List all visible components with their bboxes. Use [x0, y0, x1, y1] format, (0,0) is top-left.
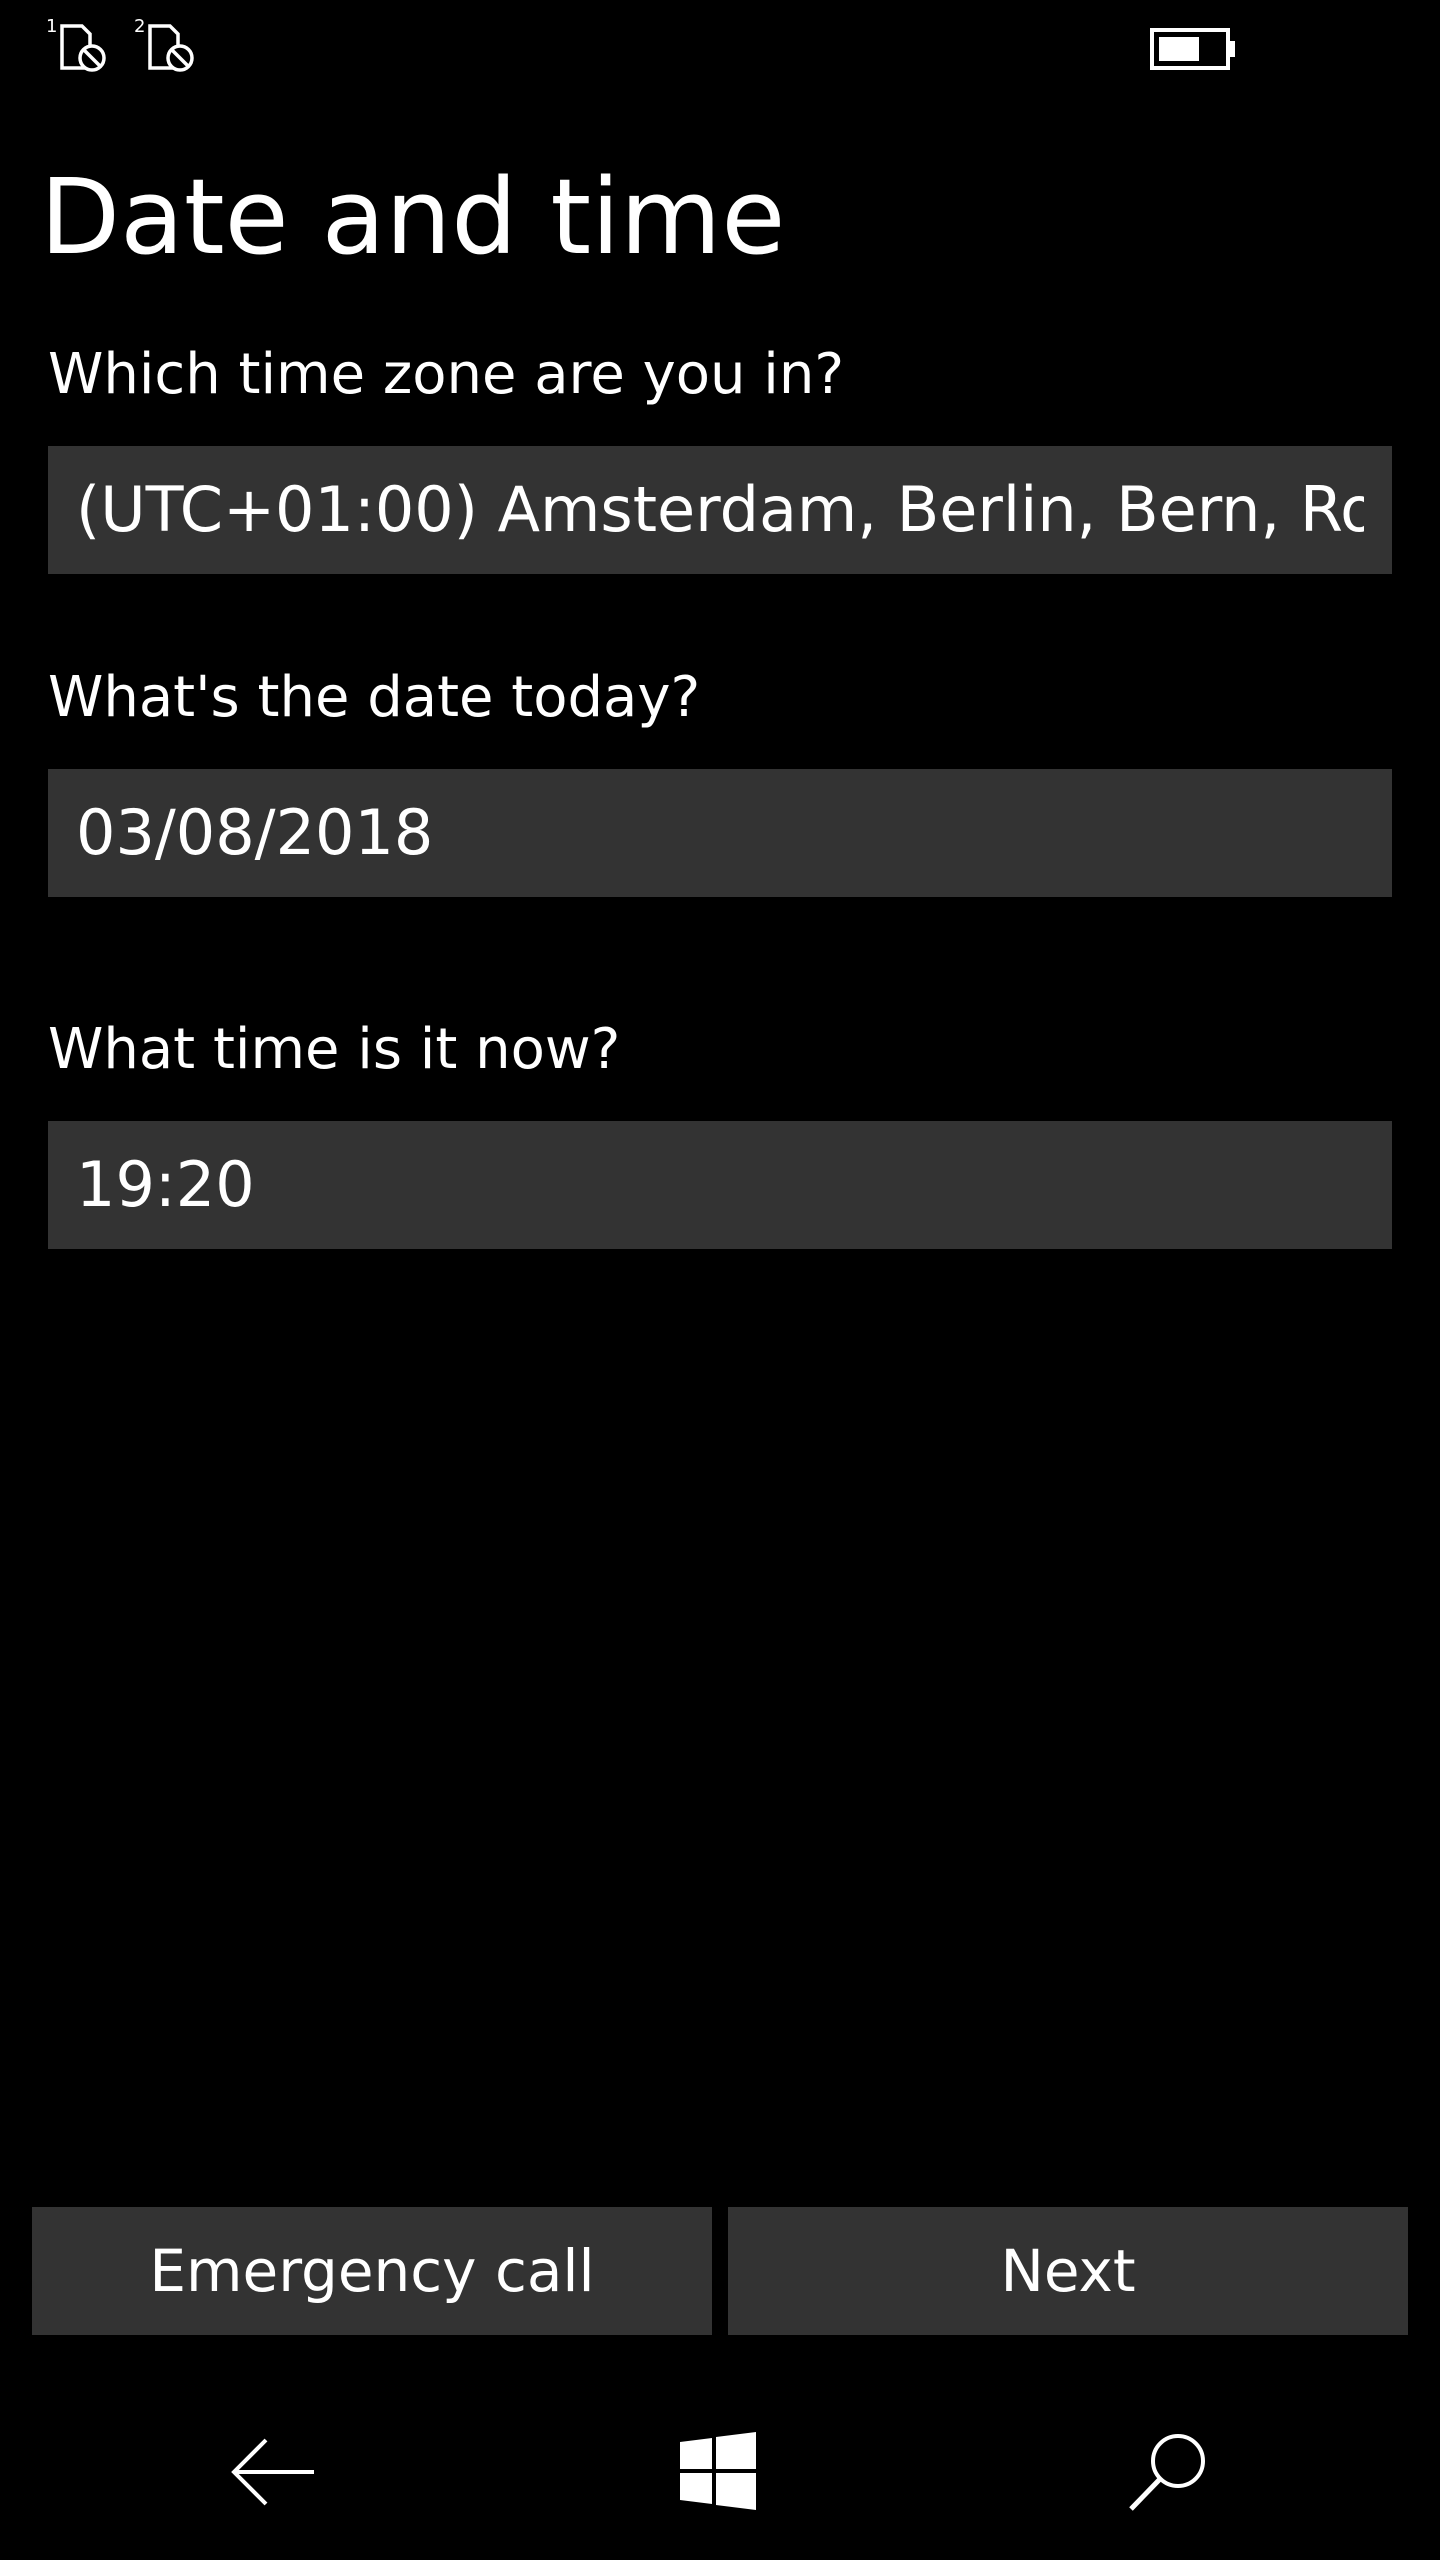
navigation-bar: [0, 2380, 1440, 2560]
windows-logo-icon: [680, 2432, 756, 2510]
timezone-picker[interactable]: (UTC+01:00) Amsterdam, Berlin, Bern, Rom…: [48, 446, 1392, 574]
time-picker[interactable]: 19:20: [48, 1121, 1392, 1249]
date-picker[interactable]: 03/08/2018: [48, 769, 1392, 897]
battery-icon: [1148, 24, 1238, 74]
next-button[interactable]: Next: [728, 2207, 1408, 2335]
status-bar: 1 2: [0, 0, 1440, 90]
search-button[interactable]: [1108, 2412, 1228, 2532]
sim1-label: 1: [46, 16, 57, 37]
emergency-call-button[interactable]: Emergency call: [32, 2207, 712, 2335]
timezone-value: (UTC+01:00) Amsterdam, Berlin, Bern, Rom…: [76, 473, 1364, 546]
timezone-label: Which time zone are you in?: [48, 342, 845, 407]
start-button[interactable]: [658, 2412, 778, 2532]
time-label: What time is it now?: [48, 1017, 621, 1082]
date-value: 03/08/2018: [76, 796, 434, 869]
search-icon: [1129, 2434, 1205, 2511]
page-title: Date and time: [40, 156, 786, 278]
date-label: What's the date today?: [48, 665, 701, 730]
sim2-no-signal-icon: 2: [132, 14, 202, 74]
time-value: 19:20: [76, 1148, 255, 1221]
back-button[interactable]: [212, 2412, 332, 2532]
sim2-label: 2: [134, 16, 145, 37]
sim1-no-signal-icon: 1: [44, 14, 114, 74]
back-arrow-icon: [231, 2438, 314, 2506]
